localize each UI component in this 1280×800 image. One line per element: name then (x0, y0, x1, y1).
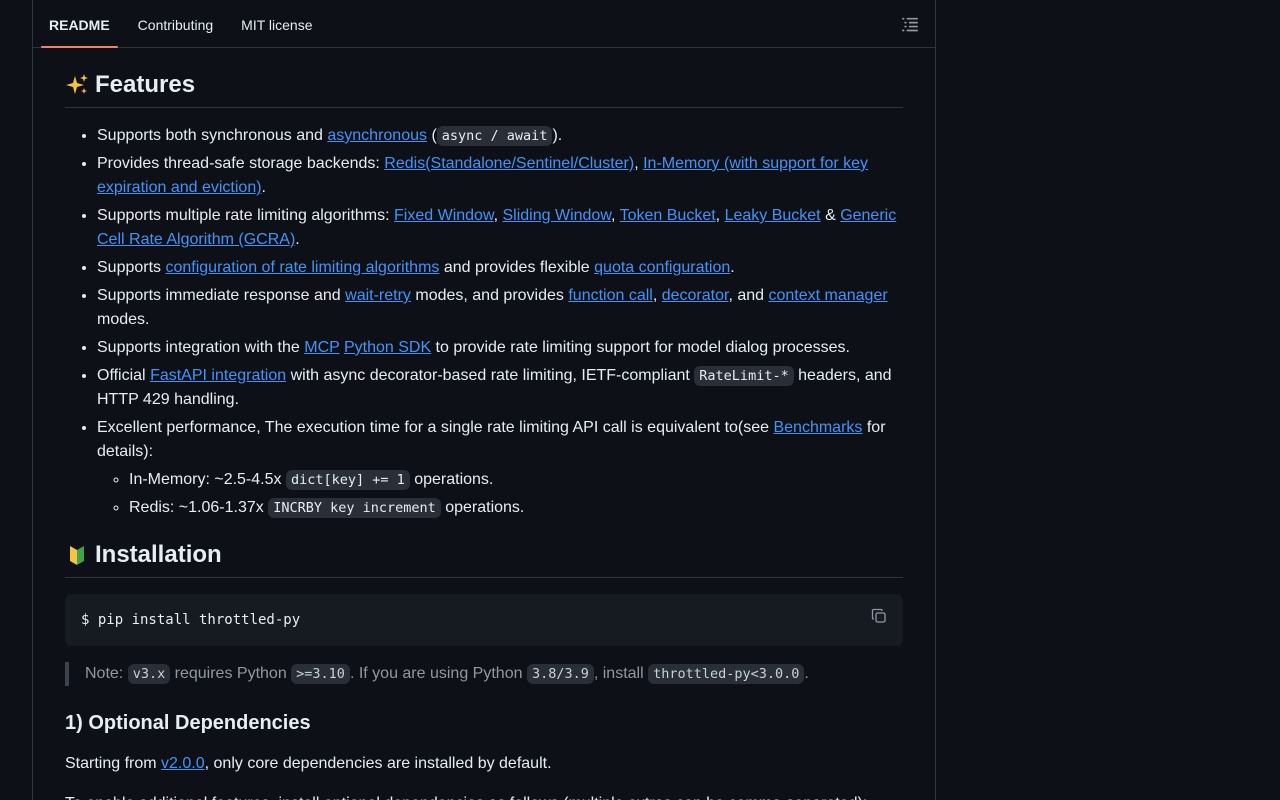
text: Supports immediate response and (97, 287, 346, 304)
text: Starting from (65, 755, 162, 772)
text: . (261, 179, 266, 196)
inline-code: 3.8/3.9 (526, 664, 594, 684)
text: . (804, 665, 809, 682)
text: operations. (440, 499, 525, 516)
copy-icon[interactable] (871, 608, 887, 624)
beginner-symbol-icon (70, 546, 84, 565)
note-blockquote: Note: v3.x requires Python >=3.10. If yo… (65, 662, 903, 686)
text: and provides flexible (439, 259, 595, 276)
link-wait-retry[interactable]: wait-retry (345, 287, 411, 304)
text: modes, and provides (410, 287, 569, 304)
readme-tabbar: README Contributing MIT license (33, 0, 935, 48)
text: In-Memory: ~2.5-4.5x (129, 471, 286, 488)
paragraph: Starting from v2.0.0, only core dependen… (65, 752, 903, 776)
list-item: Supports multiple rate limiting algorith… (97, 204, 903, 252)
installation-title: Installation (95, 541, 222, 568)
list-item: Official FastAPI integration with async … (97, 364, 903, 412)
text: to provide rate limiting support for mod… (431, 339, 850, 356)
list-item: In-Memory: ~2.5-4.5x dict[key] += 1 oper… (129, 468, 903, 492)
text: Note: (85, 665, 128, 682)
sparkles-icon (66, 74, 88, 94)
list-item: Excellent performance, The execution tim… (97, 416, 903, 520)
link-token-bucket[interactable]: Token Bucket (620, 207, 716, 224)
link-python-sdk[interactable]: Python SDK (344, 339, 431, 356)
features-list: Supports both synchronous and asynchrono… (65, 124, 903, 520)
list-item: Supports configuration of rate limiting … (97, 256, 903, 280)
code-block: $ pip install throttled-py (65, 594, 903, 646)
tab-readme[interactable]: README (41, 17, 118, 48)
paragraph-partial: To enable additional features, install o… (65, 792, 903, 800)
list-item: Supports integration with the MCP Python… (97, 336, 903, 360)
link-context-manager[interactable]: context manager (768, 287, 887, 304)
link-function-call[interactable]: function call (568, 287, 653, 304)
list-item: Provides thread-safe storage backends: R… (97, 152, 903, 200)
link-redis[interactable]: Redis(Standalone/Sentinel/Cluster) (384, 155, 634, 172)
inline-code: async / await (436, 126, 553, 146)
list-item: Supports both synchronous and asynchrono… (97, 124, 903, 148)
features-title: Features (95, 71, 196, 98)
markdown-body: Features Supports both synchronous and a… (65, 48, 903, 800)
text: , and (728, 287, 769, 304)
tab-contributing[interactable]: Contributing (130, 17, 222, 47)
inline-code: v3.x (127, 664, 171, 684)
link-sliding-window[interactable]: Sliding Window (503, 207, 612, 224)
text: Supports integration with the (97, 339, 305, 356)
link-algorithm-config[interactable]: configuration of rate limiting algorithm… (165, 259, 439, 276)
optional-deps-heading: 1) Optional Dependencies (65, 712, 311, 734)
sub-list: In-Memory: ~2.5-4.5x dict[key] += 1 oper… (97, 468, 903, 520)
readme-panel: README Contributing MIT license Features… (32, 0, 936, 800)
text: Supports both synchronous and (97, 127, 328, 144)
list-unordered-icon[interactable] (901, 15, 919, 33)
inline-code: INCRBY key increment (268, 498, 441, 518)
link-mcp[interactable]: MCP (304, 339, 339, 356)
text: with async decorator-based rate limiting… (286, 367, 695, 384)
link-fastapi-integration[interactable]: FastAPI integration (150, 367, 286, 384)
text: Redis: ~1.06-1.37x (129, 499, 269, 516)
text: , only core dependencies are installed b… (204, 755, 552, 772)
features-heading: Features (65, 70, 903, 108)
text: . (730, 259, 735, 276)
text: modes. (97, 311, 150, 328)
text: Provides thread-safe storage backends: (97, 155, 385, 172)
inline-code: >=3.10 (291, 664, 350, 684)
text: Excellent performance, The execution tim… (97, 419, 774, 436)
link-benchmarks[interactable]: Benchmarks (773, 419, 862, 436)
install-command: $ pip install throttled-py (81, 612, 301, 628)
tab-mit-license[interactable]: MIT license (233, 17, 320, 47)
text: & (820, 207, 841, 224)
link-asynchronous[interactable]: asynchronous (327, 127, 427, 144)
text: , (634, 155, 644, 172)
link-v2[interactable]: v2.0.0 (161, 755, 205, 772)
text: ( (427, 127, 437, 144)
list-item: Supports immediate response and wait-ret… (97, 284, 903, 332)
list-item: Redis: ~1.06-1.37x INCRBY key increment … (129, 496, 903, 520)
text: ). (552, 127, 563, 144)
text: . (295, 231, 300, 248)
text: Supports (97, 259, 166, 276)
link-fixed-window[interactable]: Fixed Window (394, 207, 494, 224)
inline-code: dict[key] += 1 (285, 470, 410, 490)
inline-code: RateLimit-* (694, 366, 794, 386)
text: Official (97, 367, 151, 384)
installation-heading: Installation (65, 540, 903, 578)
text: . If you are using Python (349, 665, 527, 682)
text: Supports multiple rate limiting algorith… (97, 207, 395, 224)
link-decorator[interactable]: decorator (662, 287, 729, 304)
inline-code: throttled-py<3.0.0 (648, 664, 805, 684)
text: requires Python (170, 665, 292, 682)
link-leaky-bucket[interactable]: Leaky Bucket (725, 207, 821, 224)
text: , install (593, 665, 649, 682)
link-quota-config[interactable]: quota configuration (594, 259, 730, 276)
text: operations. (409, 471, 494, 488)
